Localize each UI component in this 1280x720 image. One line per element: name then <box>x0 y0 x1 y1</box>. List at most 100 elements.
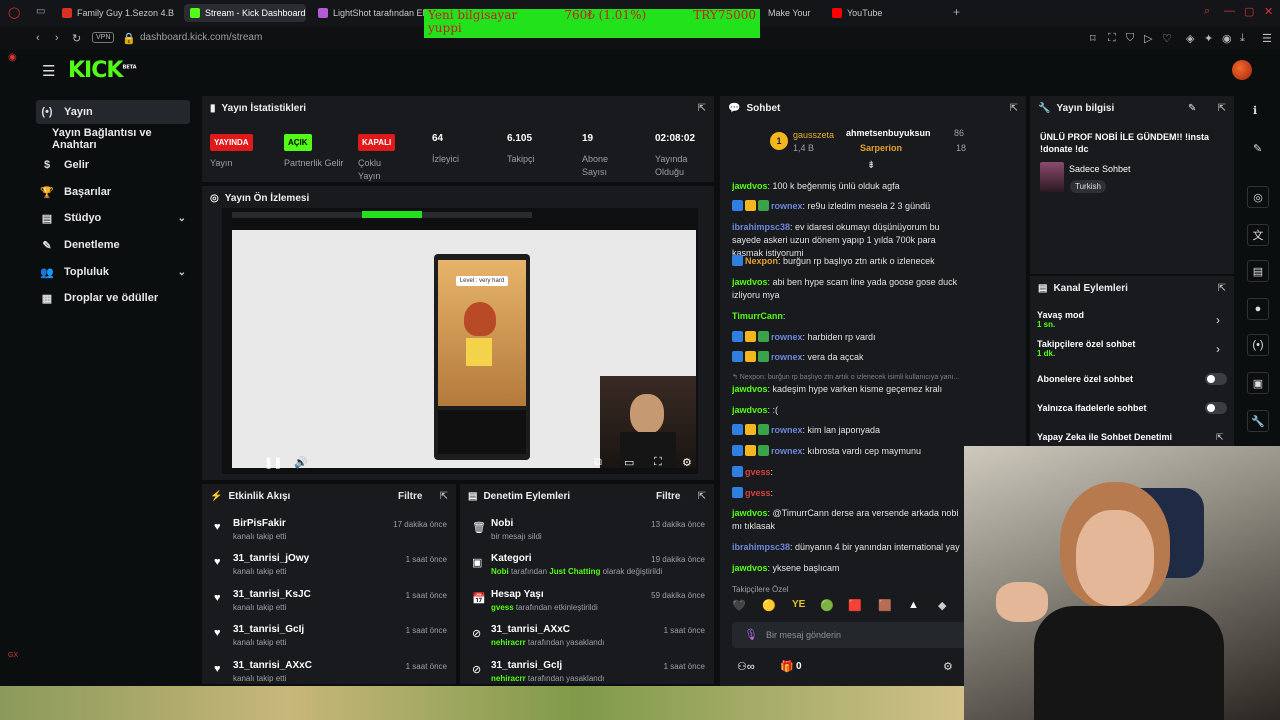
emote-face-icon[interactable]: 🟥 <box>848 599 862 612</box>
sidebar-item-studyo[interactable]: ▤ Stüdyo ⌄ <box>36 206 190 230</box>
slow-mode-setting[interactable]: Yavaş mod 1 sn. <box>1037 310 1084 329</box>
pinned-expand-icon[interactable]: ⇟ <box>867 160 875 171</box>
emote-ghost-icon[interactable]: ▲ <box>908 599 919 611</box>
chat-username[interactable]: Nexpon <box>745 256 778 266</box>
video-player[interactable]: Level : very hard ❚❚ 🔊 ⧉ ▭ ⛶ ⚙ <box>222 208 698 474</box>
rail-layout-button[interactable]: ▣ <box>1247 372 1269 394</box>
chat-username[interactable]: ibrahimpsc38 <box>732 542 790 552</box>
vpn-badge[interactable]: VPN <box>92 32 115 43</box>
settings-gear-icon[interactable]: ⚙ <box>682 456 692 469</box>
rail-chat-button[interactable]: ● <box>1247 298 1269 320</box>
tab-make-your[interactable]: Make Your <box>762 4 822 22</box>
adblock-icon[interactable]: ◈ <box>1186 32 1194 45</box>
shield-icon[interactable]: ⛉ <box>1126 32 1134 45</box>
sidebar-item-yayin[interactable]: (•) Yayın <box>36 100 190 124</box>
emotes-only-toggle[interactable] <box>1205 402 1227 414</box>
emote-more-icon[interactable]: ◆ <box>938 599 946 612</box>
emote-lemon-icon[interactable]: 🟡 <box>762 599 776 612</box>
chat-username[interactable]: jawdvos <box>732 563 768 573</box>
pip-icon[interactable]: ⧉ <box>594 456 602 469</box>
chat-username[interactable]: gvess <box>745 488 771 498</box>
bookmark-icon[interactable]: ⌑ <box>1090 32 1096 45</box>
emote-frog-icon[interactable]: 🟢 <box>820 599 834 612</box>
channel-points-icon[interactable]: ⚇∞ <box>737 660 755 673</box>
external-link-icon[interactable]: ⇱ <box>1216 432 1224 443</box>
popout-icon[interactable]: ⇱ <box>1010 103 1018 114</box>
chat-username[interactable]: ibrahimpsc38 <box>732 222 790 232</box>
sidebar-item-stream-key[interactable]: Yayın Bağlantısı ve Anahtarı <box>48 127 198 151</box>
top-gifter-3-name[interactable]: Sarperion <box>860 143 902 153</box>
popout-icon[interactable]: ⇱ <box>698 103 706 114</box>
chat-username[interactable]: rownex <box>771 425 803 435</box>
heart-icon[interactable]: ♡ <box>1162 32 1172 45</box>
popout-icon[interactable]: ⇱ <box>698 491 706 502</box>
extensions-icon[interactable]: ✦ <box>1204 32 1213 45</box>
sidebar-messenger-icon[interactable]: ◉ <box>8 52 17 63</box>
screenshot-icon[interactable]: ⛶ <box>1108 32 1116 45</box>
chat-username[interactable]: jawdvos <box>732 181 768 191</box>
url-field[interactable]: dashboard.kick.com/stream <box>140 32 262 43</box>
category-name[interactable]: Sadece Sohbet <box>1069 164 1131 174</box>
tab-lightshot[interactable]: LightShot tarafından Ekran görüntüsü <box>312 4 424 22</box>
popout-icon[interactable]: ⇱ <box>1218 103 1226 114</box>
edit-pencil-icon[interactable]: ✎ <box>1188 103 1196 114</box>
edit-icon[interactable]: ✎ <box>1253 142 1262 155</box>
maximize-icon[interactable]: ▢ <box>1244 5 1254 18</box>
search-icon[interactable]: ⌕ <box>1204 5 1210 18</box>
sidebar-item-basarilar[interactable]: 🏆 Başarılar <box>36 180 190 204</box>
sidebar-item-denetleme[interactable]: ✎ Denetleme <box>36 233 190 257</box>
emote-ye-icon[interactable]: YE <box>792 599 805 610</box>
info-icon[interactable]: ℹ <box>1253 104 1257 117</box>
chat-username[interactable]: jawdvos <box>732 277 768 287</box>
activity-filter-button[interactable]: Filtre <box>398 491 422 502</box>
sidebar-item-droplar[interactable]: ▦ Droplar ve ödüller <box>36 286 190 310</box>
chat-username[interactable]: rownex <box>771 352 803 362</box>
chat-username[interactable]: gvess <box>745 467 771 477</box>
lock-icon[interactable]: 🔒 <box>122 32 136 45</box>
top-gifter-2-name[interactable]: ahmetsenbuyuksun <box>846 128 931 138</box>
chat-settings-icon[interactable]: ⚙ <box>943 660 953 673</box>
category-thumbnail[interactable] <box>1040 162 1064 192</box>
kick-logo[interactable]: KICKBETA <box>68 58 137 83</box>
rail-broadcast-button[interactable]: (•) <box>1247 334 1269 356</box>
chat-username[interactable]: rownex <box>771 201 803 211</box>
moderation-filter-button[interactable]: Filtre <box>656 491 680 502</box>
subscribers-only-toggle[interactable] <box>1205 373 1227 385</box>
chat-username[interactable]: rownex <box>771 332 803 342</box>
rail-preview-button[interactable]: ◎ <box>1247 186 1269 208</box>
volume-icon[interactable]: 🔊 <box>294 456 308 469</box>
tab-youtube[interactable]: YouTube <box>826 4 926 22</box>
close-icon[interactable]: ✕ <box>1264 5 1273 18</box>
menu-icon[interactable]: ☰ <box>1262 32 1272 45</box>
emote-cat-icon[interactable]: 🟫 <box>878 599 892 612</box>
chat-username[interactable]: jawdvos <box>732 405 768 415</box>
forward-icon[interactable]: › <box>55 32 59 44</box>
pause-icon[interactable]: ❚❚ <box>264 456 282 469</box>
sidebar-item-gelir[interactable]: $ Gelir <box>36 153 190 177</box>
popout-icon[interactable]: ⇱ <box>1218 283 1226 294</box>
gift-icon[interactable]: 🎁 <box>780 660 794 673</box>
rail-tools-button[interactable]: 🔧 <box>1247 410 1269 432</box>
reload-icon[interactable]: ↻ <box>72 32 81 45</box>
fullscreen-icon[interactable]: ⛶ <box>654 456 662 469</box>
download-icon[interactable]: ⤓ <box>1240 32 1245 45</box>
top-gifter-name[interactable]: gausszeta <box>793 130 834 140</box>
opera-logo-icon[interactable]: ◯ <box>8 6 20 19</box>
chat-username[interactable]: jawdvos <box>732 508 768 518</box>
chat-input[interactable]: 🎙 Bir mesaj gönderin <box>732 622 966 648</box>
popout-icon[interactable]: ⇱ <box>440 491 448 502</box>
new-tab-icon[interactable]: + <box>953 5 960 19</box>
minimize-icon[interactable]: — <box>1224 5 1235 17</box>
chat-username[interactable]: rownex <box>771 446 803 456</box>
tab-kick-dashboard[interactable]: Stream - Kick Dashboard <box>184 4 306 22</box>
hamburger-menu-icon[interactable]: ☰ <box>42 62 55 80</box>
chat-username[interactable]: jawdvos <box>732 384 768 394</box>
tab-family-guy[interactable]: Family Guy 1.Sezon 4.Bölüm <box>56 4 174 22</box>
theater-icon[interactable]: ▭ <box>624 456 634 469</box>
followers-only-setting[interactable]: Takipçilere özel sohbet 1 dk. <box>1037 339 1135 358</box>
chevron-right-icon[interactable]: › <box>1216 313 1220 327</box>
ai-moderation-setting[interactable]: Yapay Zeka ile Sohbet Denetimi <box>1037 432 1172 442</box>
avatar[interactable] <box>1232 60 1252 80</box>
tab-overview-icon[interactable]: ▭ <box>36 6 45 17</box>
rail-translate-button[interactable]: 文 <box>1247 224 1269 246</box>
